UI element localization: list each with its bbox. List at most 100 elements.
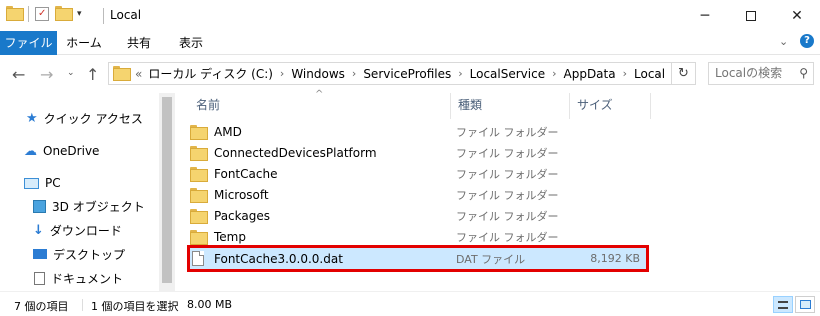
search-icon: ⚲ — [799, 66, 808, 80]
nav-item-label: PC — [45, 176, 61, 190]
recent-locations-button[interactable]: ⌄ — [67, 68, 75, 78]
chevron-right-icon[interactable]: › — [352, 67, 356, 80]
table-row[interactable]: Packages ファイル フォルダー — [190, 205, 646, 226]
nav-item-pc[interactable]: PC — [24, 172, 61, 194]
column-divider[interactable] — [450, 93, 451, 119]
nav-item-label: 3D オブジェクト — [52, 199, 145, 214]
search-box[interactable]: ⚲ — [708, 62, 814, 85]
file-list: ^ 名前 種類 サイズ AMD ファイル フォルダー ConnectedDevi… — [182, 89, 820, 291]
details-view-button[interactable] — [773, 296, 793, 313]
search-input[interactable] — [715, 66, 791, 80]
back-button[interactable]: ← — [12, 65, 25, 84]
nav-item-label: ダウンロード — [49, 223, 122, 238]
file-name: Packages — [214, 208, 270, 223]
nav-item-quick-access[interactable]: ★ クイック アクセス — [26, 107, 143, 129]
file-type: DAT ファイル — [456, 252, 526, 266]
window-title: Local — [110, 8, 142, 22]
file-icon — [192, 251, 204, 266]
computer-icon — [24, 177, 39, 189]
arrow-up-icon: ↑ — [86, 65, 100, 84]
title-divider — [103, 8, 104, 24]
file-type: ファイル フォルダー — [456, 167, 559, 181]
address-history-button[interactable]: ⌄ — [647, 63, 671, 84]
chevron-down-icon[interactable]: ⌄ — [779, 35, 788, 48]
chevron-right-icon[interactable]: › — [280, 67, 284, 80]
close-icon: ✕ — [791, 7, 803, 24]
arrow-right-icon: → — [40, 65, 54, 84]
status-selected: 1 個の項目を選択 — [91, 300, 179, 313]
file-size: 8,192 KB — [590, 252, 640, 265]
maximize-icon — [746, 10, 756, 21]
help-icon[interactable]: ? — [800, 34, 814, 48]
minimize-icon: ─ — [700, 7, 710, 24]
toolbar-divider — [28, 6, 29, 22]
desktop-icon — [33, 249, 47, 259]
file-type: ファイル フォルダー — [456, 230, 559, 244]
details-view-icon — [778, 300, 788, 309]
table-row[interactable]: ConnectedDevicesPlatform ファイル フォルダー — [190, 142, 646, 163]
properties-icon[interactable]: ✓ — [35, 7, 49, 21]
minimize-button[interactable]: ─ — [682, 0, 728, 31]
breadcrumb-overflow[interactable]: « — [135, 67, 142, 81]
nav-scrollbar[interactable] — [159, 93, 175, 291]
ribbon-tabs: ファイル ホーム 共有 表示 ⌄ ? — [0, 31, 820, 55]
file-type: ファイル フォルダー — [456, 209, 559, 223]
large-icons-view-button[interactable] — [795, 296, 815, 313]
refresh-icon: ↻ — [678, 66, 689, 81]
folder-icon — [190, 188, 208, 203]
column-divider[interactable] — [650, 93, 651, 119]
nav-item-desktop[interactable]: デスクトップ — [33, 243, 125, 265]
column-header-name[interactable]: 名前 — [196, 93, 220, 117]
table-row[interactable]: AMD ファイル フォルダー — [190, 121, 646, 142]
star-icon: ★ — [26, 110, 38, 126]
breadcrumb-item[interactable]: Windows — [291, 67, 345, 81]
chevron-right-icon[interactable]: › — [458, 67, 462, 80]
nav-item-downloads[interactable]: ↓ ダウンロード — [33, 219, 122, 241]
maximize-button[interactable] — [728, 0, 774, 31]
column-header-type[interactable]: 種類 — [458, 93, 482, 117]
table-row[interactable]: Microsoft ファイル フォルダー — [190, 184, 646, 205]
tab-share[interactable]: 共有 — [116, 31, 162, 55]
chevron-right-icon[interactable]: › — [623, 67, 627, 80]
chevron-down-icon: ⌄ — [67, 68, 75, 78]
nav-item-label: ドキュメント — [51, 271, 124, 286]
scrollbar-thumb[interactable] — [162, 97, 172, 283]
column-divider[interactable] — [569, 93, 570, 119]
folder-icon — [190, 146, 208, 161]
new-folder-icon[interactable] — [55, 6, 73, 22]
table-row[interactable]: FontCache ファイル フォルダー — [190, 163, 646, 184]
file-name: Temp — [214, 229, 246, 244]
breadcrumb-item[interactable]: ServiceProfiles — [363, 67, 451, 81]
breadcrumb-item[interactable]: ローカル ディスク (C:) — [148, 65, 273, 82]
nav-item-label: クイック アクセス — [43, 111, 143, 126]
nav-item-label: デスクトップ — [53, 247, 126, 262]
tab-file[interactable]: ファイル — [0, 31, 57, 55]
chevron-down-icon[interactable]: ▾ — [77, 9, 82, 19]
sort-ascending-icon: ^ — [315, 89, 324, 100]
tab-home[interactable]: ホーム — [61, 31, 107, 55]
folder-icon — [190, 230, 208, 245]
breadcrumb-item[interactable]: AppData — [564, 67, 616, 81]
refresh-button[interactable]: ↻ — [671, 63, 695, 84]
status-bar: 7 個の項目 1 個の項目を選択 8.00 MB — [0, 291, 820, 316]
folder-icon — [190, 125, 208, 140]
chevron-right-icon[interactable]: › — [552, 67, 556, 80]
address-row: ← → ⌄ ↑ « ローカル ディスク (C:) › Windows › Ser… — [0, 55, 820, 93]
tab-view[interactable]: 表示 — [168, 31, 214, 55]
up-button[interactable]: ↑ — [86, 65, 99, 84]
nav-item-onedrive[interactable]: ☁ OneDrive — [24, 140, 99, 162]
breadcrumb-item[interactable]: LocalService — [470, 67, 545, 81]
file-name: FontCache — [214, 166, 278, 181]
address-bar[interactable]: « ローカル ディスク (C:) › Windows › ServiceProf… — [108, 62, 696, 85]
cloud-icon: ☁ — [24, 143, 37, 159]
close-button[interactable]: ✕ — [774, 0, 820, 31]
nav-item-documents[interactable]: ドキュメント — [34, 267, 123, 289]
column-header-size[interactable]: サイズ — [577, 93, 613, 117]
table-row[interactable]: Temp ファイル フォルダー — [190, 226, 646, 247]
table-row-selected[interactable]: FontCache3.0.0.0.dat DAT ファイル 8,192 KB — [187, 245, 649, 272]
nav-item-3d-objects[interactable]: 3D オブジェクト — [33, 195, 145, 217]
large-icons-view-icon — [799, 300, 811, 309]
folder-icon — [113, 65, 131, 82]
file-name: Microsoft — [214, 187, 269, 202]
forward-button[interactable]: → — [40, 65, 53, 84]
